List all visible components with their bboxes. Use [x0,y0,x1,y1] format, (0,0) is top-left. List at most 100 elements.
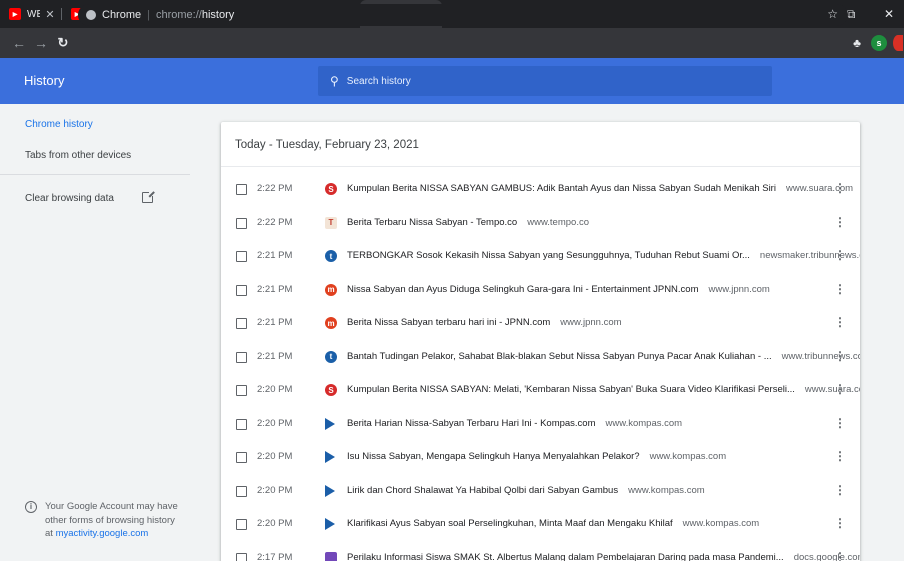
entry-checkbox[interactable] [236,485,247,497]
history-card: Today - Tuesday, February 23, 2021 2:22 … [221,122,860,561]
suara-icon: S [325,183,337,195]
more-actions-icon[interactable]: ⋮ [834,350,846,362]
history-entry[interactable]: 2:20 PM S Kumpulan Berita NISSA SABYAN: Me… [221,374,860,407]
tab-werewolf[interactable]: ▶ WEREWOLF ✕ [0,0,62,28]
entry-link[interactable]: TERBONGKAR Sosok Kekasih Nissa Sabyan ya… [347,250,860,261]
entry-title: Berita Terbaru Nissa Sabyan - Tempo.co [347,216,518,228]
more-actions-icon[interactable]: ⋮ [834,283,846,295]
entry-checkbox[interactable] [236,251,247,262]
entry-domain: www.suara.com [804,384,860,395]
history-entry[interactable]: 2:20 PM Lirik dan Chord Shalawat Ya Habib… [221,475,860,508]
more-actions-icon[interactable]: ⋮ [834,484,846,496]
entry-checkbox[interactable] [236,318,247,329]
entry-domain: www.kompas.com [682,518,760,529]
kompas-icon [325,417,335,430]
entry-link[interactable]: Kumpulan Berita NISSA SABYAN: Melati, 'K… [347,384,860,395]
entry-checkbox[interactable] [236,385,247,396]
entry-time: 2:22 PM [257,183,293,194]
extensions-puzzle-icon[interactable]: ♣ [849,35,865,51]
entry-title: TERBONGKAR Sosok Kekasih Nissa Sabyan ya… [347,250,750,261]
back-button[interactable]: ← [8,35,30,51]
history-entry[interactable]: 2:21 PM m Berita Nissa Sabyan terbaru hari… [221,307,860,340]
entry-link[interactable]: Lirik dan Chord Shalawat Ya Habibal Qolb… [347,485,705,496]
entry-title: Perilaku Informasi Siswa SMAK St. Albert… [347,551,784,561]
search-icon: ⚲ [330,74,339,88]
history-entry[interactable]: 2:21 PM m Nissa Sabyan dan Ayus Diduga Sel… [221,274,860,307]
forms-icon [325,551,337,561]
search-placeholder: Search history [346,75,411,87]
entry-time: 2:21 PM [257,350,293,362]
more-actions-icon[interactable]: ⋮ [834,450,846,462]
entry-checkbox[interactable] [236,452,247,463]
reload-button[interactable]: ↻ [52,35,74,51]
myactivity-link[interactable]: myactivity.google.com [56,528,149,539]
more-actions-icon[interactable]: ⋮ [834,316,846,328]
more-actions-icon[interactable]: ⋮ [834,182,846,194]
entry-link[interactable]: Berita Terbaru Nissa Sabyan - Tempo.co ww… [347,217,589,228]
history-header: History ⚲ Search history [0,58,904,104]
more-actions-icon[interactable]: ⋮ [834,551,846,561]
entry-checkbox[interactable] [236,552,247,561]
history-entry[interactable]: 2:21 PM t Bantah Tudingan Pelakor, Sahabat… [221,341,860,374]
entry-link[interactable]: Perilaku Informasi Siswa SMAK St. Albert… [347,552,860,561]
entry-link[interactable]: Berita Nissa Sabyan terbaru hari ini - J… [347,317,622,328]
entry-title: Lirik dan Chord Shalawat Ya Habibal Qolb… [347,484,619,496]
entry-checkbox[interactable] [236,519,247,530]
profile-avatar[interactable]: s [871,35,887,51]
entry-title: Kumpulan Berita NISSA SABYAN GAMBUS: Adi… [347,183,776,194]
kompas-icon [325,484,335,497]
entry-title: Klarifikasi Ayus Sabyan soal Perselingku… [347,518,673,529]
entry-link[interactable]: Nissa Sabyan dan Ayus Diduga Selingkuh G… [347,284,770,295]
entry-link[interactable]: Bantah Tudingan Pelakor, Sahabat Blak-bl… [347,351,860,362]
extension-icon[interactable] [893,35,903,51]
sidebar-item-tabs-other-devices[interactable]: Tabs from other devices [25,150,131,161]
address-bar[interactable]: Chrome | chrome:// history ☆ [78,4,848,26]
page-title: History [24,73,65,88]
entry-title: Nissa Sabyan dan Ayus Diduga Selingkuh G… [347,283,699,295]
chrome-icon [86,10,96,20]
entry-time: 2:21 PM [257,317,293,328]
more-actions-icon[interactable]: ⋮ [834,517,846,529]
entry-title: Isu Nissa Sabyan, Mengapa Selingkuh Hany… [347,451,640,462]
entry-link[interactable]: Klarifikasi Ayus Sabyan soal Perselingku… [347,518,759,529]
entry-time: 2:21 PM [257,283,293,295]
history-entry[interactable]: 2:20 PM Klarifikasi Ayus Sabyan soal Pers… [221,508,860,541]
entry-link[interactable]: Berita Harian Nissa-Sabyan Terbaru Hari … [347,418,682,429]
close-window-button[interactable]: ✕ [874,0,904,28]
entry-checkbox[interactable] [236,284,247,296]
bookmark-star-icon[interactable]: ☆ [827,7,838,21]
more-actions-icon[interactable]: ⋮ [834,249,846,261]
kompas-icon [325,518,335,530]
history-entry[interactable]: 2:17 PM Perilaku Informasi Siswa SMAK St.… [221,542,860,561]
more-actions-icon[interactable]: ⋮ [834,216,846,228]
more-actions-icon[interactable]: ⋮ [834,383,846,395]
sidebar-item-clear-browsing-data[interactable]: Clear browsing data [25,193,114,204]
history-entry[interactable]: 2:20 PM Isu Nissa Sabyan, Mengapa Selingk… [221,441,860,474]
history-entry[interactable]: 2:20 PM Berita Harian Nissa-Sabyan Terbar… [221,408,860,441]
history-entry[interactable]: 2:21 PM t TERBONGKAR Sosok Kekasih Nissa S… [221,240,860,273]
entry-checkbox[interactable] [236,184,247,195]
close-tab-icon[interactable]: ✕ [44,8,56,21]
entry-link[interactable]: Isu Nissa Sabyan, Mengapa Selingkuh Hany… [347,451,726,462]
tab-title: WEREWOLF [27,8,40,20]
entry-checkbox[interactable] [236,217,247,229]
entry-checkbox[interactable] [236,418,247,430]
entry-time: 2:20 PM [257,417,293,429]
entry-domain: www.kompas.com [628,484,705,496]
forward-button[interactable]: → [30,35,52,51]
entry-domain: www.jpnn.com [708,283,770,295]
search-input[interactable]: ⚲ Search history [318,66,772,96]
entry-time: 2:17 PM [257,551,293,561]
more-actions-icon[interactable]: ⋮ [834,417,846,429]
history-entry[interactable]: 2:22 PM T Berita Terbaru Nissa Sabyan - Te… [221,207,860,240]
entry-title: Kumpulan Berita NISSA SABYAN: Melati, 'K… [347,384,795,395]
entry-title: Berita Nissa Sabyan terbaru hari ini - J… [347,317,551,328]
entry-checkbox[interactable] [236,351,247,363]
site-label: Chrome [102,9,142,21]
entry-link[interactable]: Kumpulan Berita NISSA SABYAN GAMBUS: Adi… [347,183,853,194]
entry-title: Bantah Tudingan Pelakor, Sahabat Blak-bl… [347,350,772,362]
sidebar-item-chrome-history[interactable]: Chrome history [25,119,93,130]
history-entry[interactable]: 2:22 PM S Kumpulan Berita NISSA SABYAN GAM… [221,173,860,206]
entry-domain: www.tempo.co [527,216,589,228]
tribun-icon: t [325,350,337,363]
